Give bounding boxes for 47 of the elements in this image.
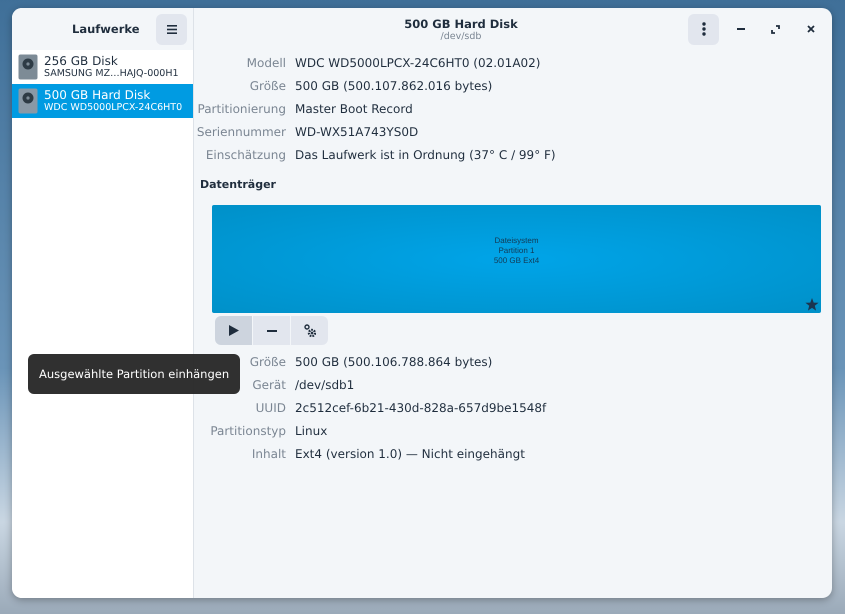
field-value: WD-WX51A743YS0D bbox=[295, 124, 420, 141]
menu-icon bbox=[166, 24, 176, 34]
field-value: /dev/sdb1 bbox=[295, 377, 356, 394]
field-value: Ext4 (version 1.0) — Nicht eingehängt bbox=[295, 446, 526, 463]
field-value: Master Boot Record bbox=[295, 101, 414, 118]
field-label: Einschätzung bbox=[204, 147, 286, 164]
maximize-icon bbox=[771, 24, 780, 34]
partition-label: Dateisystem bbox=[494, 236, 540, 246]
field-label: UUID bbox=[254, 400, 286, 417]
partition-label: Partition 1 bbox=[497, 246, 536, 256]
field-label: Größe bbox=[248, 354, 286, 371]
more-options-button[interactable] bbox=[688, 14, 719, 44]
minimize-icon bbox=[736, 28, 744, 30]
field-value: WDC WD5000LPCX-24C6HT0 (02.01A02) bbox=[295, 55, 542, 72]
partition-label: 500 GB Ext4 bbox=[494, 256, 540, 266]
play-button[interactable] bbox=[215, 316, 252, 345]
gear-button[interactable] bbox=[291, 316, 328, 345]
field-value: 500 GB (500.106.788.864 bytes) bbox=[295, 354, 494, 371]
field-label: Seriennummer bbox=[196, 124, 286, 141]
play-icon bbox=[228, 325, 238, 336]
minus-icon bbox=[266, 330, 276, 332]
field-value: 2c512cef-6b21-430d-828a-657d9be1548f bbox=[295, 400, 548, 417]
drive-model: WDC WD5000LPCX-24C6HT0 bbox=[44, 102, 182, 114]
sidebar-title: Laufwerke bbox=[72, 22, 140, 36]
gears-icon bbox=[304, 324, 316, 337]
field-label: Inhalt bbox=[250, 446, 286, 463]
drive-name: 500 GB Hard Disk bbox=[44, 88, 152, 102]
field-label: Größe bbox=[248, 78, 286, 95]
field-value: Das Laufwerk ist in Ordnung (37° C / 99° F) bbox=[295, 147, 557, 164]
field-value: 500 GB (500.107.862.016 bytes) bbox=[295, 78, 494, 95]
drive-model: SAMSUNG MZ…HAJQ-000H1 bbox=[44, 68, 179, 80]
field-label: Modell bbox=[246, 55, 286, 72]
tooltip: Ausgewählte Partition einhängen bbox=[28, 354, 240, 394]
window-subtitle: /dev/sdb bbox=[440, 30, 482, 42]
field-label: Partitionstyp bbox=[209, 423, 286, 440]
menu-button[interactable] bbox=[156, 14, 187, 44]
drive-list-item[interactable]: 256 GB Disk SAMSUNG MZ…HAJQ-000H1 bbox=[12, 50, 193, 84]
drive-list-item[interactable]: 500 GB Hard Disk WDC WD5000LPCX-24C6HT0 bbox=[12, 84, 193, 118]
drive-name: 256 GB Disk bbox=[44, 54, 119, 68]
star-icon bbox=[805, 298, 819, 311]
close-icon bbox=[806, 25, 814, 33]
section-title: Datenträger bbox=[200, 177, 277, 193]
partition-block[interactable]: Dateisystem Partition 1 500 GB Ext4 bbox=[212, 205, 821, 313]
window-title: 500 GB Hard Disk bbox=[404, 16, 518, 30]
field-label: Partitionierung bbox=[196, 101, 286, 118]
more-options-icon bbox=[702, 22, 706, 36]
field-value: Linux bbox=[295, 423, 328, 440]
